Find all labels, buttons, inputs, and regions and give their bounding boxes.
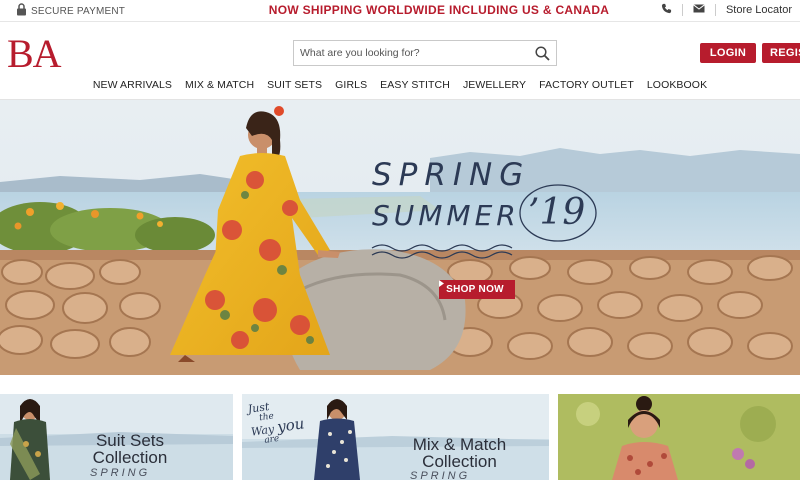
top-right-links: Store Locator bbox=[661, 3, 792, 17]
divider bbox=[681, 4, 683, 16]
nav-suit-sets[interactable]: SUIT SETS bbox=[261, 79, 329, 95]
hero-banner[interactable]: SPRING SUMMER ’19 SHOP NOW bbox=[0, 100, 800, 375]
hero-title-spring: SPRING bbox=[372, 157, 531, 193]
shop-now-button[interactable]: SHOP NOW bbox=[439, 280, 515, 299]
tile-mix-match-title-2: Collection bbox=[422, 452, 497, 471]
tile-collection-3-image bbox=[558, 394, 800, 480]
search-icon[interactable] bbox=[528, 41, 556, 65]
nav-factory-outlet[interactable]: FACTORY OUTLET bbox=[533, 79, 641, 95]
hero-image bbox=[0, 100, 800, 375]
shop-now-label: SHOP NOW bbox=[446, 284, 504, 295]
tile-mix-match-subtitle: SPRING bbox=[410, 470, 471, 480]
site-header: BA LOGIN REGIS NEW ARRIVALS MIX & MATCH … bbox=[0, 22, 800, 100]
tile-collection-3[interactable] bbox=[558, 394, 800, 480]
nav-girls[interactable]: GIRLS bbox=[329, 79, 374, 95]
nav-new-arrivals[interactable]: NEW ARRIVALS bbox=[86, 79, 178, 95]
nav-mix-match[interactable]: MIX & MATCH bbox=[179, 79, 261, 95]
search-box bbox=[293, 40, 557, 66]
divider bbox=[714, 4, 716, 16]
tile-mix-match[interactable]: Just the Way you are Mix & Match Collect… bbox=[242, 394, 549, 480]
mail-icon[interactable] bbox=[693, 4, 705, 16]
tile-suit-sets[interactable]: Suit Sets Collection SPRING bbox=[0, 394, 233, 480]
nav-easy-stitch[interactable]: EASY STITCH bbox=[374, 79, 457, 95]
top-bar: SECURE PAYMENT NOW SHIPPING WORLDWIDE IN… bbox=[0, 0, 800, 22]
brand-logo[interactable]: BA bbox=[7, 32, 62, 76]
tile-mix-match-title-1: Mix & Match bbox=[412, 435, 507, 454]
script-line-3b: you bbox=[276, 414, 306, 436]
hero-title-year: ’19 bbox=[528, 192, 586, 233]
nav-jewellery[interactable]: JEWELLERY bbox=[456, 79, 532, 95]
login-button[interactable]: LOGIN bbox=[700, 43, 756, 63]
register-button[interactable]: REGIS bbox=[762, 43, 800, 63]
phone-icon[interactable] bbox=[661, 3, 672, 17]
store-locator-link[interactable]: Store Locator bbox=[726, 4, 792, 16]
tile-suit-sets-title-2: Collection bbox=[92, 448, 168, 467]
search-input[interactable] bbox=[294, 41, 528, 65]
tile-suit-sets-title-1: Suit Sets bbox=[95, 431, 165, 450]
nav-lookbook[interactable]: LOOKBOOK bbox=[640, 79, 713, 95]
hero-title-summer: SUMMER bbox=[372, 199, 520, 232]
tile-suit-sets-subtitle: SPRING bbox=[90, 467, 151, 479]
tile-mix-match-script: Just the Way you are bbox=[247, 396, 307, 448]
main-nav: NEW ARRIVALS MIX & MATCH SUIT SETS GIRLS… bbox=[0, 79, 800, 95]
